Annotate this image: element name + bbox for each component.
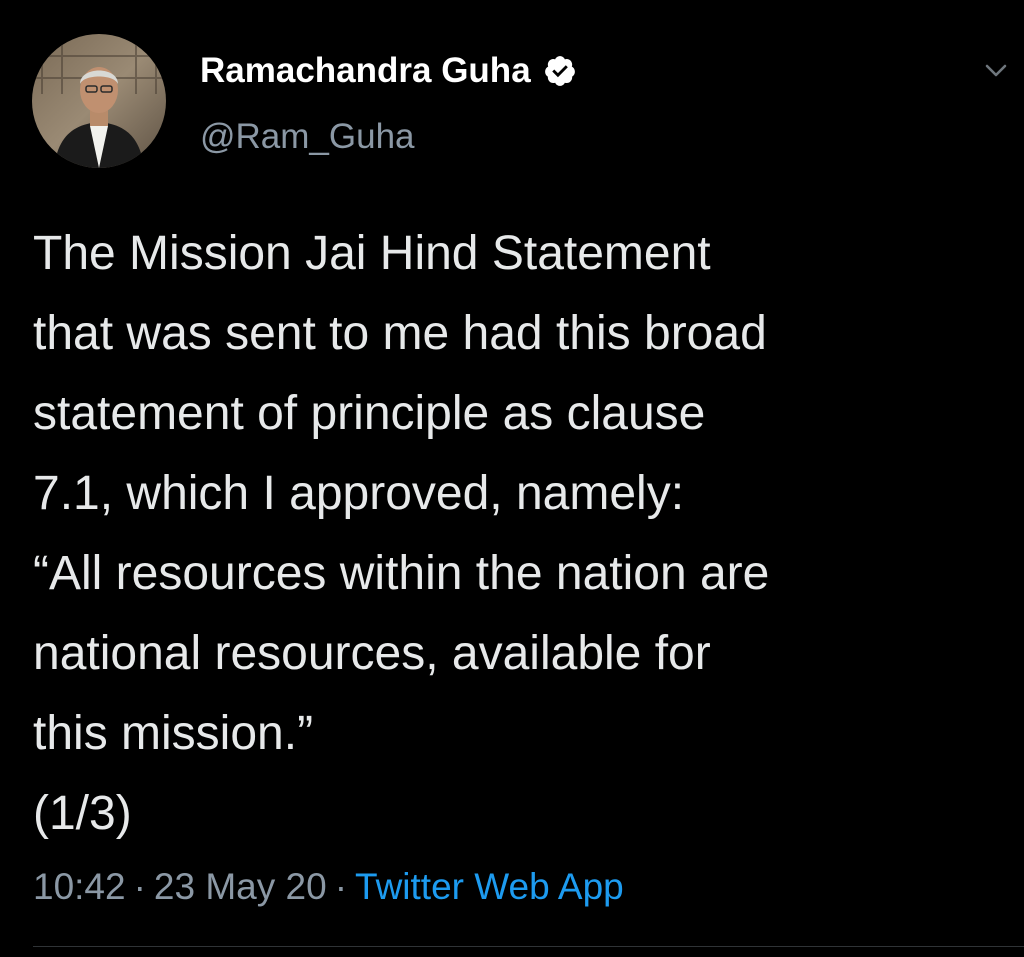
divider <box>33 946 1024 947</box>
tweet-date[interactable]: 23 May 20 <box>154 866 327 907</box>
tweet-meta: 10:42 · 23 May 20 · Twitter Web App <box>33 862 624 912</box>
tweet-text: The Mission Jai Hind Statement that was … <box>33 227 770 840</box>
meta-separator: · <box>334 866 348 907</box>
user-handle[interactable]: @Ram_Guha <box>200 114 415 160</box>
chevron-down-icon[interactable] <box>980 58 1012 82</box>
tweet-time[interactable]: 10:42 <box>33 866 126 907</box>
display-name-text: Ramachandra Guha <box>200 51 531 90</box>
meta-separator: · <box>133 866 146 907</box>
display-name[interactable]: Ramachandra Guha <box>200 48 577 94</box>
verified-badge-icon <box>544 56 575 86</box>
tweet-source-link[interactable]: Twitter Web App <box>355 866 624 907</box>
avatar[interactable] <box>32 34 166 168</box>
tweet: Ramachandra Guha @Ram_Guha The Mission J… <box>0 0 1024 957</box>
profile-photo <box>32 34 166 168</box>
